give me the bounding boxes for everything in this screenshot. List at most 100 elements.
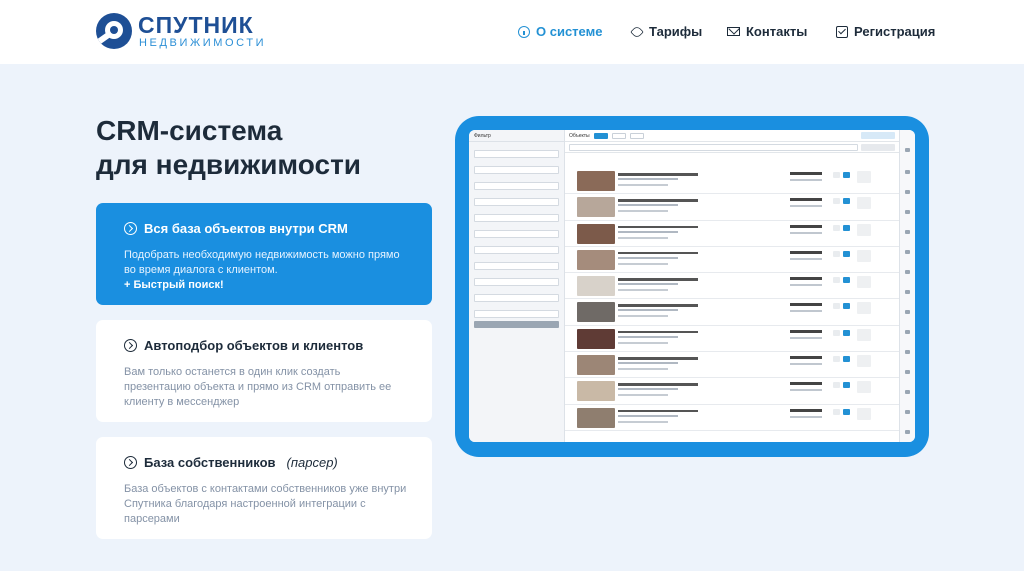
- nav-register[interactable]: Регистрация: [836, 24, 935, 39]
- rail-icon: [905, 390, 910, 394]
- rail-icon: [905, 430, 910, 434]
- logo[interactable]: СПУТНИК НЕДВИЖИМОСТИ: [96, 12, 276, 52]
- listing-action-icon: [833, 250, 840, 257]
- listing-meta-line: [618, 289, 668, 292]
- filter-header: Фильтр: [469, 130, 564, 142]
- listing-address-line: [618, 335, 678, 338]
- listing-row: [565, 221, 899, 247]
- listing-title-line: [618, 173, 698, 176]
- feature-card-title: Автоподбор объектов и клиентов: [124, 338, 408, 353]
- listing-title-line: [618, 409, 698, 413]
- feature-card-autoselect[interactable]: Автоподбор объектов и клиентов Вам тольк…: [96, 320, 432, 422]
- listing-price-bar: [790, 277, 822, 281]
- right-icon-rail: [899, 130, 915, 442]
- filter-field-input: [474, 310, 559, 318]
- hero-title: CRM-система для недвижимости: [96, 114, 416, 182]
- listing-open-button: [857, 223, 871, 236]
- listing-price-bar: [790, 356, 822, 360]
- listing-open-button: [857, 407, 871, 420]
- listing-meta-line: [618, 315, 668, 318]
- listing-action-icon: [843, 224, 850, 231]
- listing-address-line: [618, 388, 678, 391]
- filter-field: [469, 238, 564, 254]
- listing-price-bar: [790, 250, 822, 254]
- listing-address-line: [618, 414, 678, 417]
- listing-title-line: [618, 199, 698, 202]
- listing-action-icon: [833, 329, 840, 336]
- filter-field: [469, 174, 564, 190]
- rail-icon: [905, 170, 910, 174]
- filter-field-input: [474, 166, 559, 174]
- listing-row: [565, 168, 899, 195]
- extended-filter-button: [474, 321, 559, 328]
- objects-header: Объекты: [565, 130, 899, 142]
- filter-field: [469, 254, 564, 270]
- listing-price-bar: [790, 382, 822, 386]
- listing-action-icon: [843, 250, 850, 257]
- feature-card-owners[interactable]: База собственников (парсер) База объекто…: [96, 437, 432, 539]
- rail-icon: [905, 250, 910, 254]
- feature-card-title-text: Вся база объектов внутри CRM: [144, 221, 348, 236]
- listing-price-bar: [790, 172, 822, 175]
- filter-field: [469, 158, 564, 174]
- filter-field-input: [474, 150, 559, 158]
- listing-meta-line: [618, 236, 668, 239]
- listing-date-line: [790, 336, 822, 339]
- crm-screenshot: Фильтр Объекты: [469, 130, 915, 442]
- listing-price-bar: [790, 408, 822, 412]
- listing-open-button: [857, 276, 871, 289]
- nav-pricing[interactable]: Тарифы: [630, 24, 702, 39]
- filter-field-input: [474, 198, 559, 206]
- listing-action-icon: [833, 303, 840, 310]
- chevron-right-circle-icon: [124, 339, 137, 352]
- feature-card-database[interactable]: Вся база объектов внутри CRM Подобрать н…: [96, 203, 432, 305]
- filter-field-input: [474, 230, 559, 238]
- listing-open-button: [857, 171, 871, 183]
- listing-meta-line: [618, 394, 668, 397]
- tag-icon: [630, 24, 644, 39]
- feature-card-title-text: Автоподбор объектов и клиентов: [144, 338, 364, 353]
- objects-title: Объекты: [569, 132, 590, 139]
- objects-search-input: [569, 143, 858, 151]
- listing-meta-line: [618, 420, 668, 423]
- filter-field-input: [474, 246, 559, 254]
- listing-row: [565, 326, 899, 353]
- listing-photo: [577, 276, 615, 297]
- listing-photo: [577, 355, 615, 376]
- listing-action-icon: [843, 303, 850, 310]
- listing-date-line: [790, 389, 822, 392]
- listing-row: [565, 299, 899, 326]
- filter-field: [469, 302, 564, 318]
- filter-field: [469, 286, 564, 302]
- listing-row: [565, 352, 899, 379]
- listing-open-button: [857, 328, 871, 341]
- listing-title-line: [618, 251, 698, 255]
- listing-meta-line: [618, 368, 668, 371]
- listing-row: [565, 273, 899, 300]
- logo-mark-icon: [96, 13, 132, 49]
- nav-contacts[interactable]: Контакты: [727, 24, 807, 39]
- view-map-chip: [611, 132, 626, 139]
- rail-icon: [905, 190, 910, 194]
- listing-action-icon: [833, 382, 840, 389]
- info-icon: [518, 25, 530, 38]
- listing-date-line: [790, 284, 822, 287]
- quick-search-link[interactable]: + Быстрый поиск!: [124, 279, 408, 291]
- filter-sidebar: Фильтр: [469, 130, 565, 442]
- listing-action-icon: [833, 408, 840, 415]
- feature-card-description: База объектов с контактами собственников…: [124, 483, 407, 525]
- listing-photo: [577, 407, 615, 428]
- listing-open-button: [857, 197, 871, 210]
- nav-about[interactable]: О системе: [518, 24, 602, 39]
- chevron-right-circle-icon: [124, 222, 137, 235]
- listing-title-line: [618, 225, 698, 229]
- listing-meta-line: [618, 262, 668, 265]
- listing-price-bar: [790, 198, 822, 202]
- listing-address-line: [618, 309, 678, 312]
- listing-open-button: [857, 355, 871, 368]
- listing-action-icon: [843, 277, 850, 284]
- listing-photo: [577, 223, 615, 244]
- filter-field-input: [474, 262, 559, 270]
- hero-title-line1: CRM-система: [96, 115, 283, 146]
- listing-action-icon: [843, 382, 850, 389]
